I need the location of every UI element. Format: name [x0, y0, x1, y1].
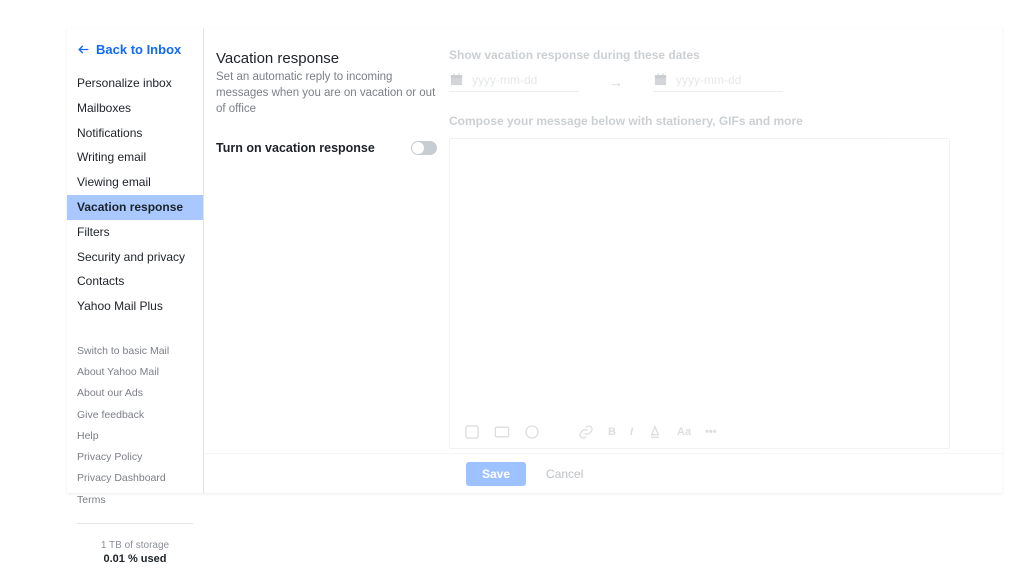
page-subtitle: Set an automatic reply to incoming messa…	[216, 69, 437, 117]
compose-section-label: Compose your message below with statione…	[449, 114, 990, 128]
nav-vacation-response[interactable]: Vacation response	[67, 195, 203, 220]
font-button[interactable]: Aa	[677, 426, 691, 438]
back-to-inbox-label: Back to Inbox	[96, 42, 181, 57]
settings-nav: Personalize inbox Mailboxes Notification…	[67, 71, 203, 319]
compose-editor[interactable]: B I Aa •••	[449, 138, 950, 449]
storage-used: 0.01 % used	[67, 553, 203, 565]
end-date-input[interactable]	[676, 73, 783, 87]
italic-button[interactable]: I	[630, 426, 633, 438]
compose-body[interactable]	[450, 139, 949, 416]
nav-security-privacy[interactable]: Security and privacy	[67, 245, 203, 270]
cancel-button[interactable]: Cancel	[546, 467, 583, 481]
nav-yahoo-mail-plus[interactable]: Yahoo Mail Plus	[67, 294, 203, 319]
start-date-field[interactable]	[449, 72, 579, 92]
nav-viewing-email[interactable]: Viewing email	[67, 170, 203, 195]
link-switch-basic[interactable]: Switch to basic Mail	[67, 341, 203, 362]
text-color-icon[interactable]	[647, 424, 663, 440]
nav-writing-email[interactable]: Writing email	[67, 145, 203, 170]
link-privacy-dashboard[interactable]: Privacy Dashboard	[67, 468, 203, 489]
calendar-icon	[653, 72, 668, 87]
storage-total: 1 TB of storage	[67, 540, 203, 551]
nav-mailboxes[interactable]: Mailboxes	[67, 96, 203, 121]
nav-notifications[interactable]: Notifications	[67, 121, 203, 146]
link-give-feedback[interactable]: Give feedback	[67, 405, 203, 426]
link-terms[interactable]: Terms	[67, 490, 203, 511]
calendar-icon	[449, 72, 464, 87]
link-about-our-ads[interactable]: About our Ads	[67, 383, 203, 404]
footer-actions: Save Cancel	[204, 453, 1002, 493]
nav-contacts[interactable]: Contacts	[67, 269, 203, 294]
dates-section-label: Show vacation response during these date…	[449, 48, 990, 62]
link-privacy-policy[interactable]: Privacy Policy	[67, 447, 203, 468]
compose-toolbar: B I Aa •••	[450, 416, 949, 448]
settings-form-column: Show vacation response during these date…	[449, 28, 1002, 453]
stationery-icon[interactable]	[464, 424, 480, 440]
back-to-inbox-link[interactable]: Back to Inbox	[67, 42, 203, 67]
link-help[interactable]: Help	[67, 426, 203, 447]
settings-panel: Back to Inbox Personalize inbox Mailboxe…	[67, 28, 1002, 493]
nav-filters[interactable]: Filters	[67, 220, 203, 245]
start-date-input[interactable]	[472, 73, 579, 87]
vacation-toggle[interactable]	[411, 141, 437, 155]
main-content: Vacation response Set an automatic reply…	[204, 28, 1002, 493]
page-title: Vacation response	[216, 50, 437, 67]
secondary-nav: Switch to basic Mail About Yahoo Mail Ab…	[67, 341, 203, 511]
gif-icon[interactable]	[494, 424, 510, 440]
more-formatting-button[interactable]: •••	[705, 426, 717, 438]
save-button[interactable]: Save	[466, 462, 526, 486]
link-about-yahoo-mail[interactable]: About Yahoo Mail	[67, 362, 203, 383]
nav-personalize-inbox[interactable]: Personalize inbox	[67, 71, 203, 96]
arrow-left-icon	[77, 43, 90, 56]
bold-button[interactable]: B	[608, 426, 616, 438]
divider	[77, 523, 193, 524]
emoji-icon[interactable]	[524, 424, 540, 440]
link-icon[interactable]	[578, 424, 594, 440]
arrow-right-icon: →	[609, 74, 623, 90]
end-date-field[interactable]	[653, 72, 783, 92]
sidebar: Back to Inbox Personalize inbox Mailboxe…	[67, 28, 204, 493]
settings-description-column: Vacation response Set an automatic reply…	[204, 28, 449, 453]
storage-info: 1 TB of storage 0.01 % used	[67, 511, 203, 583]
vacation-toggle-label: Turn on vacation response	[216, 141, 375, 155]
